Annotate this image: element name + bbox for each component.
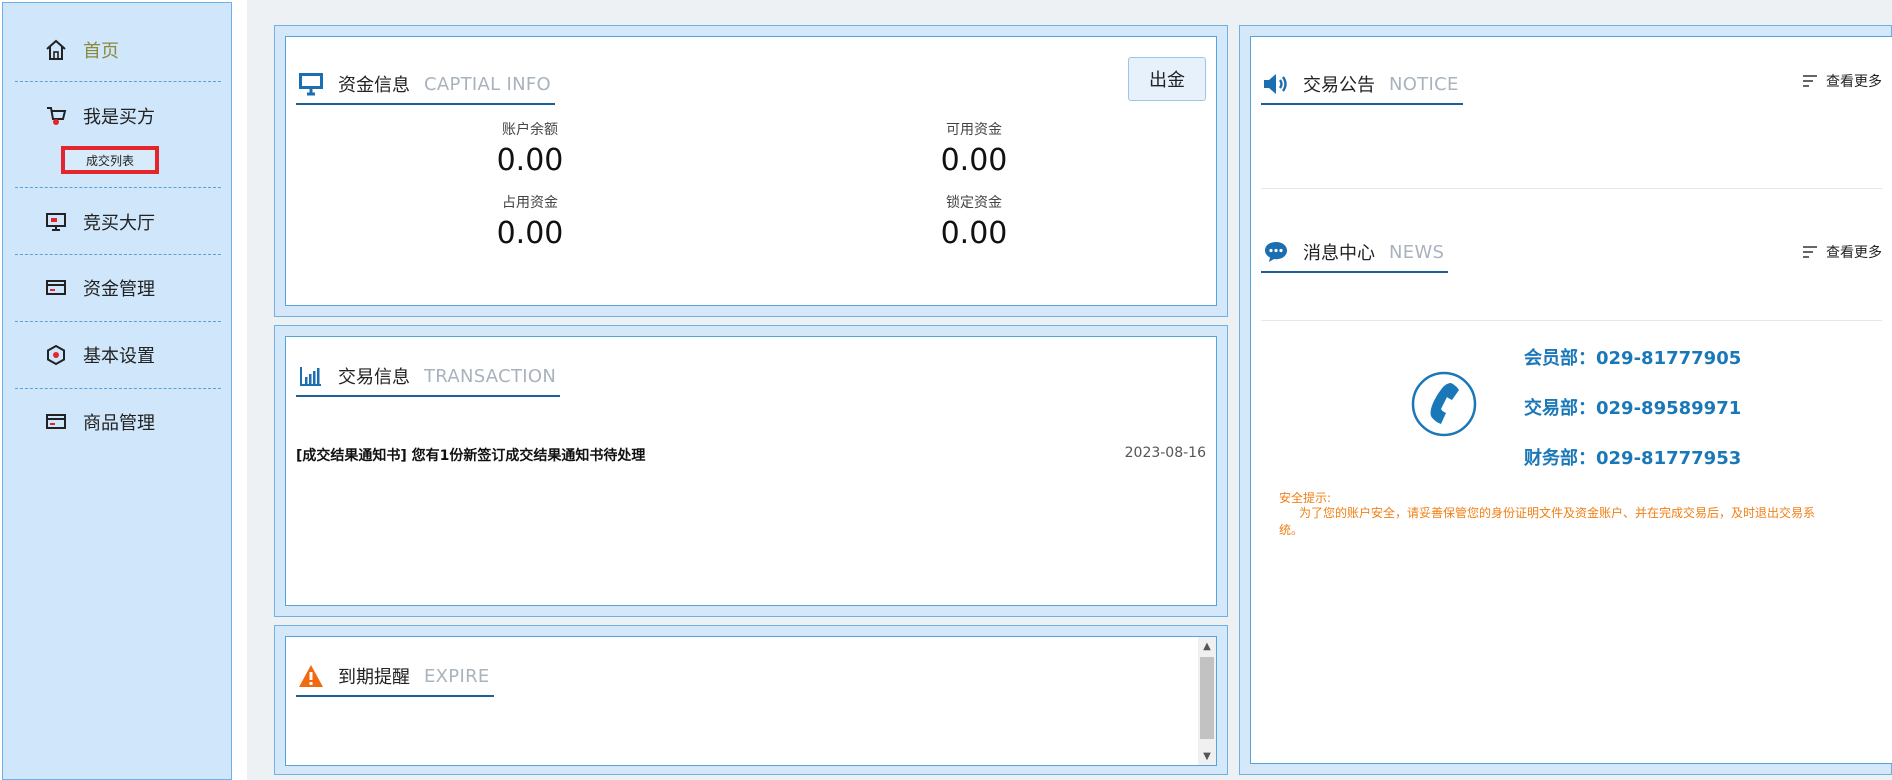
speaker-icon — [1261, 69, 1291, 99]
sidebar-item-label: 基本设置 — [83, 346, 155, 367]
panel-title-en: NEWS — [1389, 241, 1445, 263]
withdraw-button[interactable]: 出金 — [1128, 57, 1206, 101]
contact-finance-dept: 财务部：029-81777953 — [1524, 448, 1742, 469]
transaction-item-date: 2023-08-16 — [1124, 445, 1206, 461]
scroll-thumb[interactable] — [1200, 657, 1214, 739]
panel-title-cn: 消息中心 — [1303, 243, 1375, 264]
card-icon — [43, 275, 69, 301]
fund-value: 0.00 — [496, 143, 564, 178]
funds-panel-title: 资金信息 CAPTIAL INFO — [296, 65, 555, 105]
transaction-panel-title: 交易信息 TRANSACTION — [296, 357, 561, 397]
card-icon — [43, 409, 69, 435]
sidebar-item-label: 资金管理 — [83, 279, 155, 300]
panel-title-cn: 到期提醒 — [338, 667, 410, 688]
sidebar-item-settings[interactable]: 基本设置 — [43, 340, 155, 370]
transaction-panel: 交易信息 TRANSACTION [成交结果通知书] 您有1份新签订成交结果通知… — [274, 325, 1228, 617]
panel-title-cn: 交易信息 — [338, 367, 410, 388]
transaction-item-link[interactable]: [成交结果通知书] 您有1份新签订成交结果通知书待处理 — [296, 445, 645, 465]
contact-trade-dept: 交易部：029-89589971 — [1524, 398, 1742, 419]
panel-title-en: EXPIRE — [424, 665, 490, 687]
notice-panel-title: 交易公告 NOTICE — [1261, 65, 1463, 105]
monitor-icon — [296, 69, 326, 99]
news-panel-title: 消息中心 NEWS — [1261, 233, 1449, 273]
safety-tip-text: 为了您的账户安全，请妥善保管您的身份证明文件及资金账户、并在完成交易后，及时退出… — [1279, 506, 1816, 537]
settings-icon — [43, 342, 69, 368]
expire-panel-title: 到期提醒 EXPIRE — [296, 657, 494, 697]
fund-available: 可用资金 0.00 — [874, 119, 1074, 178]
sidebar-item-home[interactable]: 首页 — [43, 35, 119, 65]
menu-divider — [15, 254, 221, 255]
safety-tip-title: 安全提示: — [1279, 491, 1332, 505]
list-icon — [1803, 246, 1817, 258]
menu-divider — [15, 388, 221, 389]
funds-panel-body: 资金信息 CAPTIAL INFO 出金 账户余额 0.00 可用资金 0.00… — [285, 36, 1217, 306]
sidebar: 首页 我是买方 成交列表 竞买大厅 资金管理 基本设置 商品管理 — [2, 2, 232, 780]
sidebar-item-label: 首页 — [83, 41, 119, 62]
menu-divider — [15, 321, 221, 322]
fund-label: 可用资金 — [946, 122, 1002, 138]
notice-more-link[interactable]: 查看更多 — [1802, 71, 1882, 91]
chat-bubble-icon — [1261, 237, 1291, 267]
signal-bars-icon — [296, 361, 326, 391]
home-icon — [43, 37, 69, 63]
sidebar-gap — [232, 0, 247, 780]
fund-label: 占用资金 — [502, 195, 558, 211]
news-more-link[interactable]: 查看更多 — [1802, 242, 1882, 262]
fund-value: 0.00 — [496, 216, 564, 251]
notice-divider — [1261, 188, 1882, 189]
cart-icon — [43, 103, 69, 129]
panel-title-cn: 交易公告 — [1303, 75, 1375, 96]
panel-title-en: TRANSACTION — [424, 365, 557, 387]
expire-scrollbar[interactable]: ▲ ▼ — [1198, 637, 1216, 765]
expire-panel-body: 到期提醒 EXPIRE ▲ ▼ — [285, 636, 1217, 766]
menu-divider — [15, 81, 221, 82]
submenu-deal-list[interactable]: 成交列表 — [61, 146, 159, 174]
more-label: 查看更多 — [1826, 74, 1882, 90]
list-icon — [1803, 75, 1817, 87]
warning-icon — [296, 661, 326, 691]
right-panel-body: 交易公告 NOTICE 查看更多 消息中心 NEWS 查看更多 会员部：029-… — [1250, 36, 1892, 764]
panel-title-en: NOTICE — [1389, 73, 1459, 95]
fund-value: 0.00 — [940, 143, 1008, 178]
fund-label: 账户余额 — [502, 122, 558, 138]
sidebar-item-products[interactable]: 商品管理 — [43, 407, 155, 437]
sidebar-item-label: 竞买大厅 — [83, 213, 155, 234]
sidebar-item-label: 我是买方 — [83, 107, 155, 128]
fund-label: 锁定资金 — [946, 195, 1002, 211]
panel-title-en: CAPTIAL INFO — [424, 73, 551, 95]
panel-title-cn: 资金信息 — [338, 75, 410, 96]
scroll-up-icon[interactable]: ▲ — [1198, 637, 1216, 655]
sidebar-item-auction-hall[interactable]: 竞买大厅 — [43, 207, 155, 237]
more-label: 查看更多 — [1826, 245, 1882, 261]
right-panel: 交易公告 NOTICE 查看更多 消息中心 NEWS 查看更多 会员部：029-… — [1239, 25, 1892, 775]
fund-account-balance: 账户余额 0.00 — [430, 119, 630, 178]
fund-value: 0.00 — [940, 216, 1008, 251]
sidebar-item-buyer[interactable]: 我是买方 — [43, 101, 155, 131]
menu-divider — [15, 187, 221, 188]
monitor-icon — [43, 209, 69, 235]
sidebar-item-label: 商品管理 — [83, 413, 155, 434]
scroll-down-icon[interactable]: ▼ — [1198, 747, 1216, 765]
funds-panel: 资金信息 CAPTIAL INFO 出金 账户余额 0.00 可用资金 0.00… — [274, 25, 1228, 317]
fund-locked: 锁定资金 0.00 — [874, 192, 1074, 251]
phone-icon — [1411, 371, 1477, 437]
sidebar-item-funds[interactable]: 资金管理 — [43, 273, 155, 303]
transaction-panel-body: 交易信息 TRANSACTION [成交结果通知书] 您有1份新签订成交结果通知… — [285, 336, 1217, 606]
fund-occupied: 占用资金 0.00 — [430, 192, 630, 251]
contact-member-dept: 会员部：029-81777905 — [1524, 348, 1742, 369]
expire-panel: 到期提醒 EXPIRE ▲ ▼ — [274, 625, 1228, 775]
news-divider — [1261, 320, 1882, 321]
